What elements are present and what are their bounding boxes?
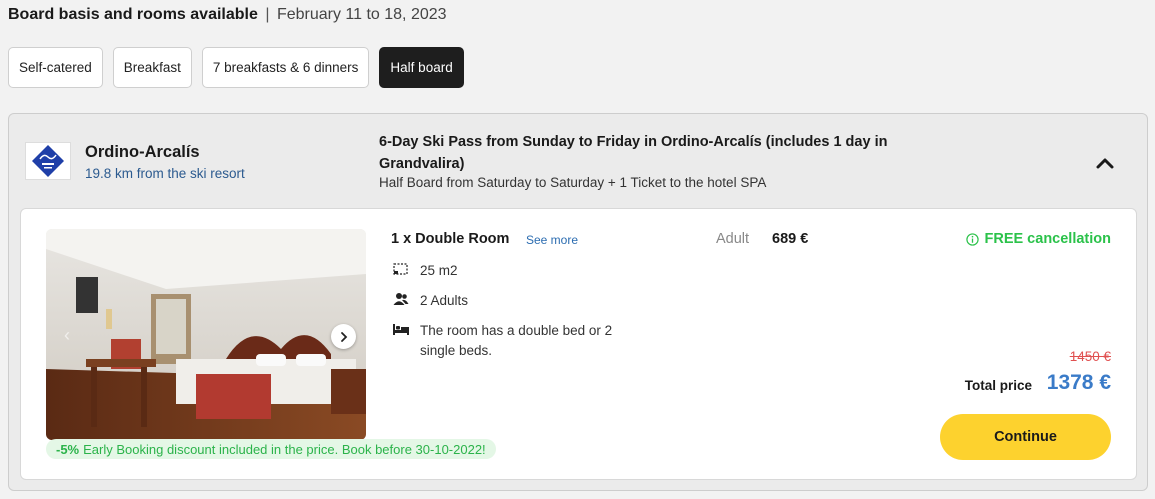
free-cancellation-text: FREE cancellation: [984, 231, 1111, 247]
room-size-text: 25 m2: [420, 263, 458, 278]
room-title: 1 x Double Room: [391, 231, 510, 247]
tab-breakfasts-dinners[interactable]: 7 breakfasts & 6 dinners: [201, 47, 370, 88]
tab-breakfast[interactable]: Breakfast: [112, 47, 192, 88]
room-size: 25 m2: [391, 261, 630, 281]
original-price: 1450 €: [1069, 349, 1111, 364]
promo-percent: -5%: [56, 441, 80, 457]
room-option: ‹ -5% Early Booking discount included in…: [20, 208, 1137, 480]
total-price: 1378 €: [1046, 371, 1111, 394]
page-heading: Board basis and rooms available | Februa…: [8, 6, 447, 24]
hotel-card: Ordino-Arcalís 19.8 km from the ski reso…: [8, 113, 1148, 491]
board-basis-tabs: Self-catered Breakfast 7 breakfasts & 6 …: [8, 47, 464, 88]
room-occupancy-text: 2 Adults: [420, 293, 469, 308]
continue-button[interactable]: Continue: [940, 414, 1111, 460]
free-cancellation[interactable]: FREE cancellation: [966, 231, 1111, 247]
heading-dates: February 11 to 18, 2023: [276, 6, 447, 23]
see-more-link[interactable]: See more: [526, 233, 578, 247]
room-beds: The room has a double bed or 2 single be…: [391, 321, 630, 361]
heading-title: Board basis and rooms available: [8, 6, 258, 23]
adult-label: Adult: [716, 231, 750, 247]
promo-text: Early Booking discount included in the p…: [83, 441, 486, 457]
tab-self-catered[interactable]: Self-catered: [8, 47, 103, 88]
chevron-up-icon: [1096, 158, 1114, 169]
hotel-logo: [25, 142, 71, 180]
info-icon: [966, 232, 980, 246]
bed-icon: [391, 321, 411, 337]
heading-separator: |: [265, 6, 270, 23]
adult-price: 689 €: [772, 231, 809, 247]
package-title-main: 6-Day Ski Pass from Sunday to Friday in …: [379, 134, 762, 150]
hotel-logo-icon: [32, 145, 64, 177]
room-occupancy: 2 Adults: [391, 291, 630, 311]
room-photo-image: [46, 229, 366, 440]
total-price-label: Total price: [964, 378, 1032, 393]
area-icon: [391, 261, 411, 277]
collapse-button[interactable]: [1093, 152, 1117, 176]
package-subtitle: Half Board from Saturday to Saturday + 1…: [379, 175, 767, 190]
package-title: 6-Day Ski Pass from Sunday to Friday in …: [379, 131, 899, 175]
hotel-distance: 19.8 km from the ski resort: [85, 166, 245, 181]
hotel-name[interactable]: Ordino-Arcalís: [85, 143, 200, 162]
room-photo[interactable]: ‹: [46, 229, 366, 440]
photo-prev-button[interactable]: ‹: [56, 324, 78, 346]
people-icon: [391, 291, 411, 307]
tab-half-board[interactable]: Half board: [379, 47, 464, 88]
chevron-right-icon: [340, 331, 347, 342]
room-beds-text: The room has a double bed or 2 single be…: [420, 323, 613, 358]
photo-next-button[interactable]: [331, 324, 356, 349]
early-booking-badge: -5% Early Booking discount included in t…: [46, 439, 496, 459]
